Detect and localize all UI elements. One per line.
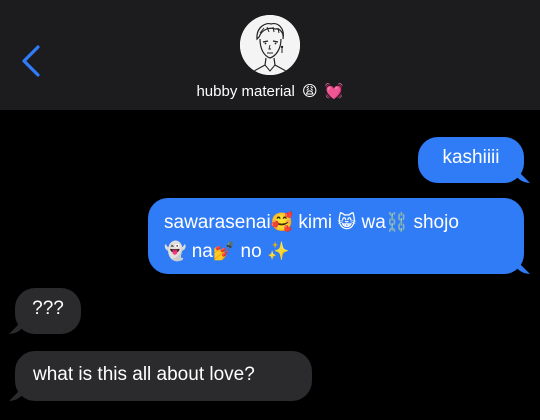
- contact-name-row[interactable]: hubby material 😩 💓: [0, 82, 540, 102]
- message-text-segment: shojo: [408, 212, 459, 233]
- chevron-left-icon: [22, 45, 40, 77]
- grinning-cat-emoji: 😸: [337, 212, 357, 232]
- message-text: ???: [32, 298, 64, 319]
- message-bubble-sent[interactable]: sawarasenai🥰 kimi 😸 wa⛓️ shojo 👻 na💅 no …: [148, 198, 524, 274]
- conversation-screen: hubby material 😩 💓 kashiiii sawarasenai🥰…: [0, 0, 540, 420]
- nail-polish-emoji: 💅: [212, 241, 236, 261]
- smiling-face-with-hearts-emoji: 🥰: [270, 212, 294, 232]
- back-button[interactable]: [18, 44, 46, 78]
- message-text-segment: kimi: [293, 212, 338, 233]
- beating-heart-emoji: 💓: [324, 83, 344, 100]
- message-bubble-received[interactable]: what is this all about love?: [15, 351, 312, 401]
- message-text: kashiiii: [442, 147, 500, 168]
- message-text-segment: no: [235, 241, 267, 262]
- message-text-segment: wa: [356, 212, 386, 233]
- weary-face-emoji: 😩: [302, 83, 318, 100]
- avatar-drawing: [240, 15, 300, 75]
- message-text-segment: sawarasenai: [164, 212, 271, 233]
- message-bubble-received[interactable]: ???: [15, 288, 81, 334]
- contact-name: hubby material: [196, 83, 295, 100]
- message-text: what is this all about love?: [33, 364, 255, 385]
- message-text-segment: na: [186, 241, 213, 262]
- ghost-emoji: 👻: [164, 241, 187, 261]
- conversation-header: hubby material 😩 💓: [0, 0, 540, 110]
- sparkles-emoji: ✨: [266, 241, 290, 261]
- message-bubble-sent[interactable]: kashiiii: [418, 137, 524, 183]
- chains-emoji: ⛓️: [385, 212, 409, 232]
- contact-avatar[interactable]: [240, 15, 300, 75]
